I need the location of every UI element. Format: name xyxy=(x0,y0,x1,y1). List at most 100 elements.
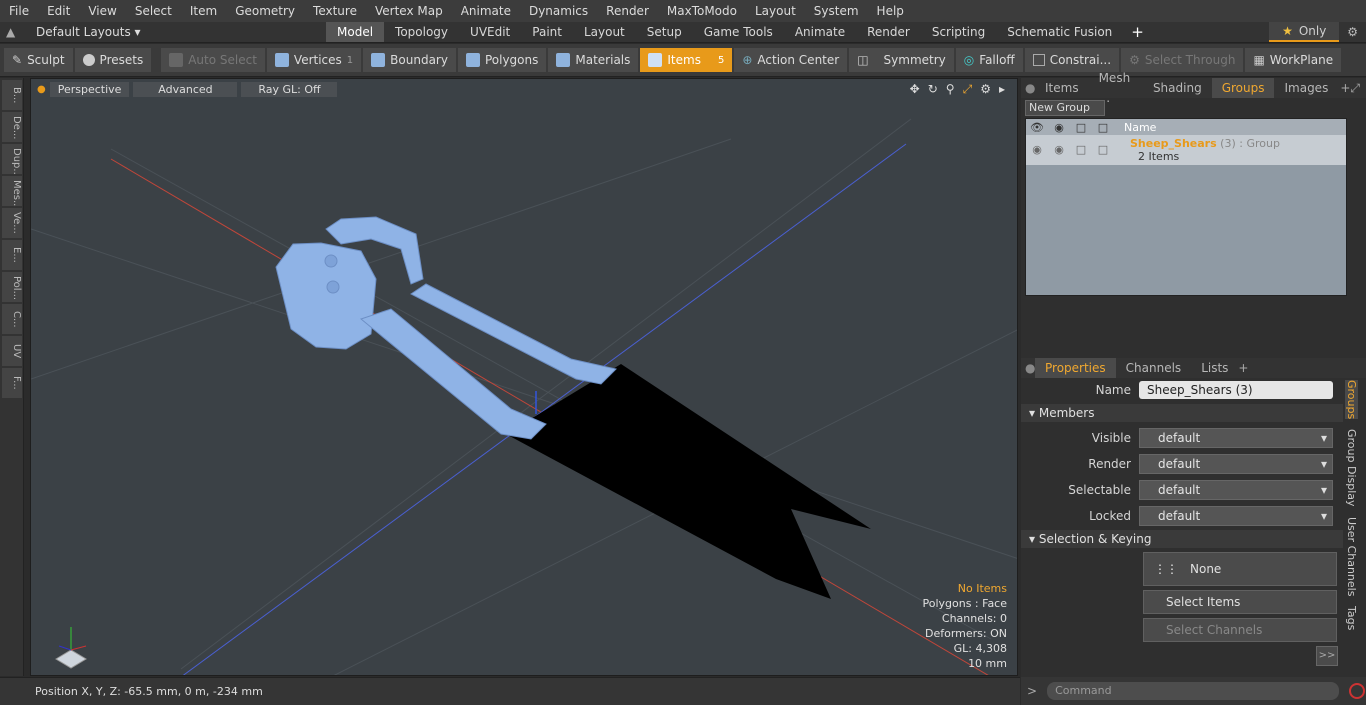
expand-arrow-icon[interactable]: ▸ xyxy=(999,82,1005,97)
side-tab-tags[interactable]: Tags xyxy=(1345,606,1358,630)
strip-tab-uv[interactable]: UV xyxy=(2,336,22,366)
row-render-checkbox[interactable]: □ xyxy=(1070,135,1092,165)
tab-uvedit[interactable]: UVEdit xyxy=(459,22,521,42)
maximize-view-icon[interactable]: ⤢ xyxy=(963,82,973,97)
add-panel-tab-icon[interactable]: + xyxy=(1340,81,1350,95)
render-select[interactable]: default xyxy=(1139,454,1333,474)
add-props-tab-icon[interactable]: + xyxy=(1238,361,1248,375)
tab-groups[interactable]: Groups xyxy=(1211,78,1275,98)
select-col-icon[interactable]: □ xyxy=(1092,121,1114,134)
row-lock-icon[interactable]: ◉ xyxy=(1048,135,1070,165)
command-input[interactable]: Command xyxy=(1047,682,1340,700)
menu-system[interactable]: System xyxy=(805,0,868,22)
menu-help[interactable]: Help xyxy=(868,0,913,22)
perspective-button[interactable]: Perspective xyxy=(49,81,130,97)
3d-viewport[interactable]: ● Perspective Advanced Ray GL: Off ✥ ↻ ⚲… xyxy=(30,78,1018,676)
menu-vertex-map[interactable]: Vertex Map xyxy=(366,0,452,22)
menu-geometry[interactable]: Geometry xyxy=(226,0,304,22)
tab-channels[interactable]: Channels xyxy=(1116,358,1192,378)
strip-tab-vertex[interactable]: Ve... xyxy=(2,208,22,238)
new-group-button[interactable]: New Group xyxy=(1025,100,1105,116)
tab-setup[interactable]: Setup xyxy=(636,22,693,42)
tab-topology[interactable]: Topology xyxy=(384,22,459,42)
tab-scripting[interactable]: Scripting xyxy=(921,22,996,42)
viewport-settings-icon[interactable]: ⚙ xyxy=(980,82,991,97)
boundary-button[interactable]: Boundary xyxy=(363,48,456,72)
tab-render[interactable]: Render xyxy=(856,22,921,42)
visibility-col-icon[interactable]: 👁 xyxy=(1026,121,1048,134)
tab-paint[interactable]: Paint xyxy=(521,22,573,42)
strip-tab-duplicate[interactable]: Dup... xyxy=(2,144,22,174)
layout-selector[interactable]: Default Layouts ▾ xyxy=(26,25,326,39)
strip-tab-edge[interactable]: E... xyxy=(2,240,22,270)
group-row[interactable]: ◉ ◉ □ □ Sheep_Shears (3) : Group 2 Items xyxy=(1026,135,1346,165)
tab-shading[interactable]: Shading xyxy=(1143,78,1212,98)
strip-tab-fusion[interactable]: F... xyxy=(2,368,22,398)
gear-icon[interactable]: ⚙ xyxy=(1347,25,1358,39)
polygons-button[interactable]: Polygons xyxy=(457,48,547,72)
items-button[interactable]: Items 5 xyxy=(640,48,733,72)
workplane-button[interactable]: ▦ WorkPlane xyxy=(1245,48,1342,72)
side-tab-user-channels[interactable]: User Channels xyxy=(1345,517,1358,596)
tab-schematic-fusion[interactable]: Schematic Fusion xyxy=(996,22,1123,42)
zoom-view-icon[interactable]: ⚲ xyxy=(946,82,955,97)
menu-render[interactable]: Render xyxy=(597,0,658,22)
side-tab-group-display[interactable]: Group Display xyxy=(1345,429,1358,507)
side-tab-groups[interactable]: Groups xyxy=(1345,380,1358,420)
raygl-button[interactable]: Ray GL: Off xyxy=(241,81,338,97)
visible-select[interactable]: default xyxy=(1139,428,1333,448)
select-items-button[interactable]: Select Items xyxy=(1143,590,1337,614)
selection-keying-section[interactable]: ▾ Selection & Keying xyxy=(1021,530,1343,548)
symmetry-button[interactable]: ◫ Symmetry xyxy=(849,48,954,72)
advanced-button[interactable]: Advanced xyxy=(133,81,238,97)
panel-expand-icon[interactable]: ⤢ xyxy=(1350,81,1366,96)
strip-tab-deform[interactable]: De... xyxy=(2,112,22,142)
expand-button[interactable]: >> xyxy=(1316,646,1338,666)
panel-menu-icon[interactable]: ● xyxy=(1021,81,1035,95)
tab-properties[interactable]: Properties xyxy=(1035,358,1116,378)
menu-edit[interactable]: Edit xyxy=(38,0,79,22)
selectable-select[interactable]: default xyxy=(1139,480,1333,500)
render-col-icon[interactable]: □ xyxy=(1070,121,1092,134)
tab-images[interactable]: Images xyxy=(1274,78,1338,98)
sculpt-button[interactable]: ✎ Sculpt xyxy=(4,48,73,72)
groups-list[interactable]: 👁 ◉ □ □ Name ◉ ◉ □ □ Sheep_Shears (3) : … xyxy=(1025,118,1347,296)
strip-tab-basic[interactable]: B... xyxy=(2,80,22,110)
tab-animate[interactable]: Animate xyxy=(784,22,856,42)
menu-view[interactable]: View xyxy=(79,0,125,22)
none-button[interactable]: ⋮⋮ None xyxy=(1143,552,1337,586)
menu-select[interactable]: Select xyxy=(126,0,181,22)
row-visibility-icon[interactable]: ◉ xyxy=(1026,135,1048,165)
strip-tab-mesh[interactable]: Mes... xyxy=(2,176,22,206)
lock-col-icon[interactable]: ◉ xyxy=(1048,121,1070,134)
members-section[interactable]: ▾ Members xyxy=(1021,404,1343,422)
tab-game-tools[interactable]: Game Tools xyxy=(693,22,784,42)
name-field[interactable]: Sheep_Shears (3) xyxy=(1139,381,1333,399)
menu-maxtomodo[interactable]: MaxToModo xyxy=(658,0,746,22)
record-icon[interactable] xyxy=(1349,683,1366,699)
strip-tab-polygon[interactable]: Pol... xyxy=(2,272,22,302)
action-center-button[interactable]: ⊕ Action Center xyxy=(734,48,848,72)
menu-animate[interactable]: Animate xyxy=(452,0,520,22)
auto-select-button[interactable]: Auto Select xyxy=(161,48,265,72)
only-toggle[interactable]: ★ Only xyxy=(1269,22,1340,42)
falloff-button[interactable]: ◎ Falloff xyxy=(955,48,1023,72)
tab-layout[interactable]: Layout xyxy=(573,22,636,42)
select-channels-button[interactable]: Select Channels xyxy=(1143,618,1337,642)
menu-item[interactable]: Item xyxy=(181,0,226,22)
strip-tab-curve[interactable]: C... xyxy=(2,304,22,334)
menu-texture[interactable]: Texture xyxy=(304,0,366,22)
move-view-icon[interactable]: ✥ xyxy=(910,82,920,97)
tab-items[interactable]: Items xyxy=(1035,78,1089,98)
tab-model[interactable]: Model xyxy=(326,22,385,42)
vertices-button[interactable]: Vertices 1 xyxy=(266,48,362,72)
presets-button[interactable]: Presets xyxy=(74,48,152,72)
materials-button[interactable]: Materials xyxy=(548,48,639,72)
props-menu-icon[interactable]: ● xyxy=(1021,361,1035,375)
rotate-view-icon[interactable]: ↻ xyxy=(928,82,938,97)
menu-file[interactable]: File xyxy=(0,0,38,22)
viewport-menu-icon[interactable]: ● xyxy=(37,84,46,95)
tab-lists[interactable]: Lists xyxy=(1191,358,1238,378)
layout-up-icon[interactable]: ▲ xyxy=(6,25,20,39)
row-select-checkbox[interactable]: □ xyxy=(1092,135,1114,165)
